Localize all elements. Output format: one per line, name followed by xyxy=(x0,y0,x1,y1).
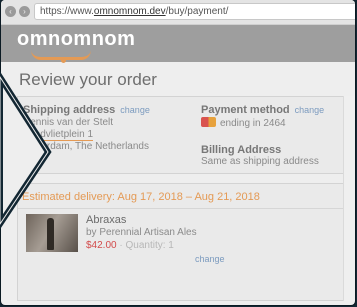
overlay-chevron xyxy=(0,71,52,230)
